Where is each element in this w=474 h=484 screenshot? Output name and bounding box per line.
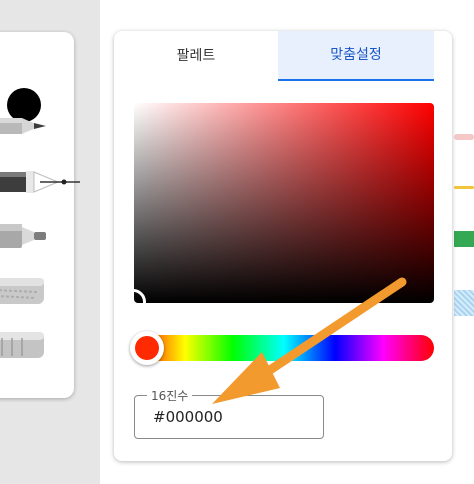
- doodle-stroke-pink: [454, 134, 474, 140]
- marker-icon[interactable]: [0, 220, 54, 252]
- pencil-icon[interactable]: [0, 112, 58, 140]
- doodle-stroke-yellow: [454, 186, 474, 189]
- picker-tabs: 팔레트 맞춤설정: [114, 31, 452, 81]
- eraser-icon[interactable]: [0, 330, 50, 360]
- hue-slider-handle[interactable]: [130, 331, 164, 365]
- drawing-tools-panel: [0, 32, 80, 398]
- saturation-value-handle[interactable]: [134, 289, 146, 303]
- hue-handle-swatch: [135, 336, 159, 360]
- hex-input-field[interactable]: 16진수 #000000: [134, 387, 324, 439]
- color-picker-dialog: 팔레트 맞춤설정 16진수 #000000: [114, 31, 452, 461]
- doodle-stroke-green: [454, 231, 474, 247]
- hex-input-label: 16진수: [147, 387, 193, 404]
- hue-slider[interactable]: [130, 331, 434, 365]
- doodle-stroke-blue: [454, 290, 474, 316]
- chalk-icon[interactable]: [0, 276, 50, 306]
- tab-palette[interactable]: 팔레트: [114, 31, 278, 81]
- hex-input-value[interactable]: #000000: [153, 408, 223, 426]
- fountain-pen-icon[interactable]: [0, 166, 84, 198]
- saturation-value-area[interactable]: [134, 103, 434, 303]
- tab-custom[interactable]: 맞춤설정: [278, 31, 434, 81]
